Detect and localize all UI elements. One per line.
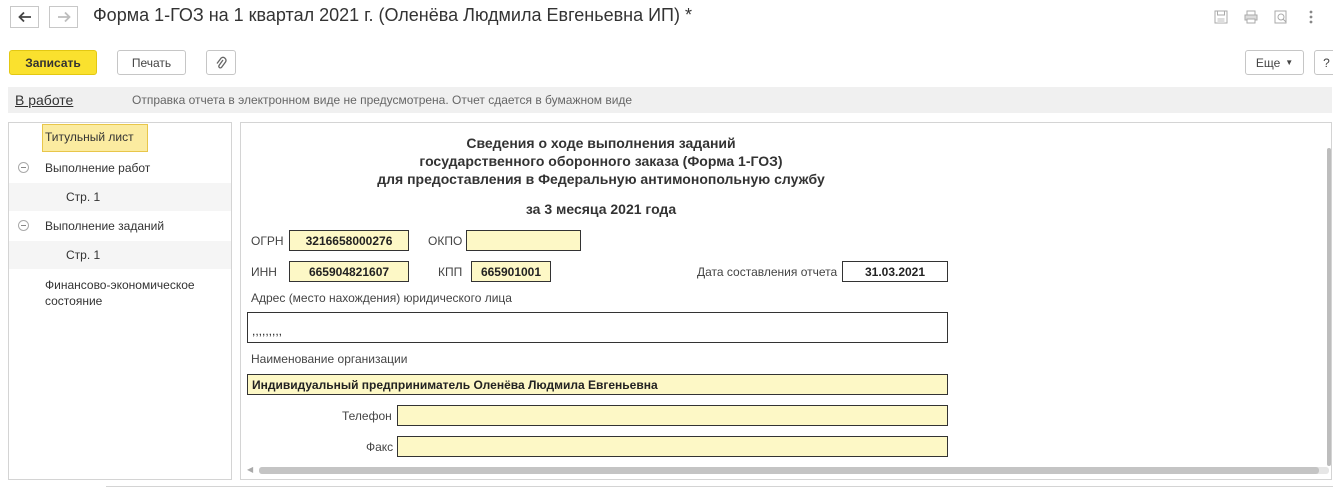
tree-item-tasks-page[interactable]: Стр. 1 xyxy=(9,241,231,269)
print-icon[interactable] xyxy=(1243,9,1259,25)
save-button[interactable]: Записать xyxy=(9,50,97,75)
window-title: Форма 1-ГОЗ на 1 квартал 2021 г. (Оленёв… xyxy=(93,5,692,25)
form-sheet: Сведения о ходе выполнения заданий госуд… xyxy=(240,122,1332,480)
fax-field[interactable] xyxy=(397,436,948,457)
phone-label: Телефон xyxy=(342,409,392,423)
paperclip-icon xyxy=(216,56,227,68)
bottom-divider xyxy=(106,486,1333,487)
form-period: за 3 месяца 2021 года xyxy=(525,201,677,217)
status-strip: В работе Отправка отчета в электронном в… xyxy=(8,87,1332,113)
tree-item-title-page[interactable]: Титульный лист xyxy=(9,123,231,152)
more-button-label: Еще xyxy=(1255,55,1281,70)
tree-item-finance[interactable]: Финансово-экономическое состояние xyxy=(9,270,231,310)
kpp-field[interactable]: 665901001 xyxy=(471,261,551,282)
tree-item-label: Выполнение заданий xyxy=(45,219,165,233)
tree-item-label: Стр. 1 xyxy=(66,190,101,204)
more-button[interactable]: Еще ▼ xyxy=(1245,50,1304,75)
okpo-label: ОКПО xyxy=(428,234,463,248)
ogrn-label: ОГРН xyxy=(251,234,284,248)
form-heading-line3: для предоставления в Федеральную антимон… xyxy=(377,171,825,187)
org-name-label: Наименование организации xyxy=(251,352,408,366)
forward-button[interactable] xyxy=(49,6,78,28)
vertical-scrollbar[interactable] xyxy=(1327,148,1331,466)
report-date-field[interactable]: 31.03.2021 xyxy=(842,261,948,282)
back-arrow-icon xyxy=(17,11,31,23)
tree-item-works[interactable]: Выполнение работ xyxy=(9,154,231,182)
attach-button[interactable] xyxy=(206,50,236,75)
tree-item-label: Стр. 1 xyxy=(66,248,101,262)
tree-item-label: Титульный лист xyxy=(45,130,134,144)
status-link[interactable]: В работе xyxy=(15,92,73,108)
org-name-field[interactable]: Индивидуальный предприниматель Оленёва Л… xyxy=(247,374,948,395)
print-button[interactable]: Печать xyxy=(117,50,186,75)
ogrn-field[interactable]: 3216658000276 xyxy=(289,230,409,251)
okpo-field[interactable] xyxy=(466,230,581,251)
more-vertical-icon[interactable] xyxy=(1303,9,1319,25)
back-button[interactable] xyxy=(10,6,39,28)
status-message: Отправка отчета в электронном виде не пр… xyxy=(132,93,633,107)
tree-item-label: Выполнение работ xyxy=(45,161,151,175)
tree-item-works-page[interactable]: Стр. 1 xyxy=(9,183,231,211)
phone-field[interactable] xyxy=(397,405,948,426)
inn-field[interactable]: 665904821607 xyxy=(289,261,409,282)
preview-icon[interactable] xyxy=(1273,9,1289,25)
address-field[interactable]: ,,,,,,,,, xyxy=(247,312,948,343)
kpp-label: КПП xyxy=(438,265,463,279)
sections-tree: Титульный лист Выполнение работ Стр. 1 В… xyxy=(8,122,232,480)
forward-arrow-icon xyxy=(57,11,71,23)
horizontal-scrollbar[interactable] xyxy=(259,467,1319,474)
scroll-left-icon[interactable]: ◀ xyxy=(247,465,253,474)
form-heading-line2: государственного оборонного заказа (Форм… xyxy=(419,153,783,169)
tree-item-label: Финансово-экономическое состояние xyxy=(45,278,195,308)
fax-label: Факс xyxy=(366,440,394,454)
collapse-icon[interactable] xyxy=(18,220,29,231)
report-date-label: Дата составления отчета xyxy=(697,265,838,279)
chevron-down-icon: ▼ xyxy=(1285,58,1294,67)
help-button[interactable]: ? xyxy=(1314,50,1333,75)
save-icon[interactable] xyxy=(1213,9,1229,25)
address-label: Адрес (место нахождения) юридического ли… xyxy=(251,291,512,305)
form-heading-line1: Сведения о ходе выполнения заданий xyxy=(466,135,736,151)
tree-item-tasks[interactable]: Выполнение заданий xyxy=(9,212,231,240)
inn-label: ИНН xyxy=(251,265,277,279)
collapse-icon[interactable] xyxy=(18,162,29,173)
